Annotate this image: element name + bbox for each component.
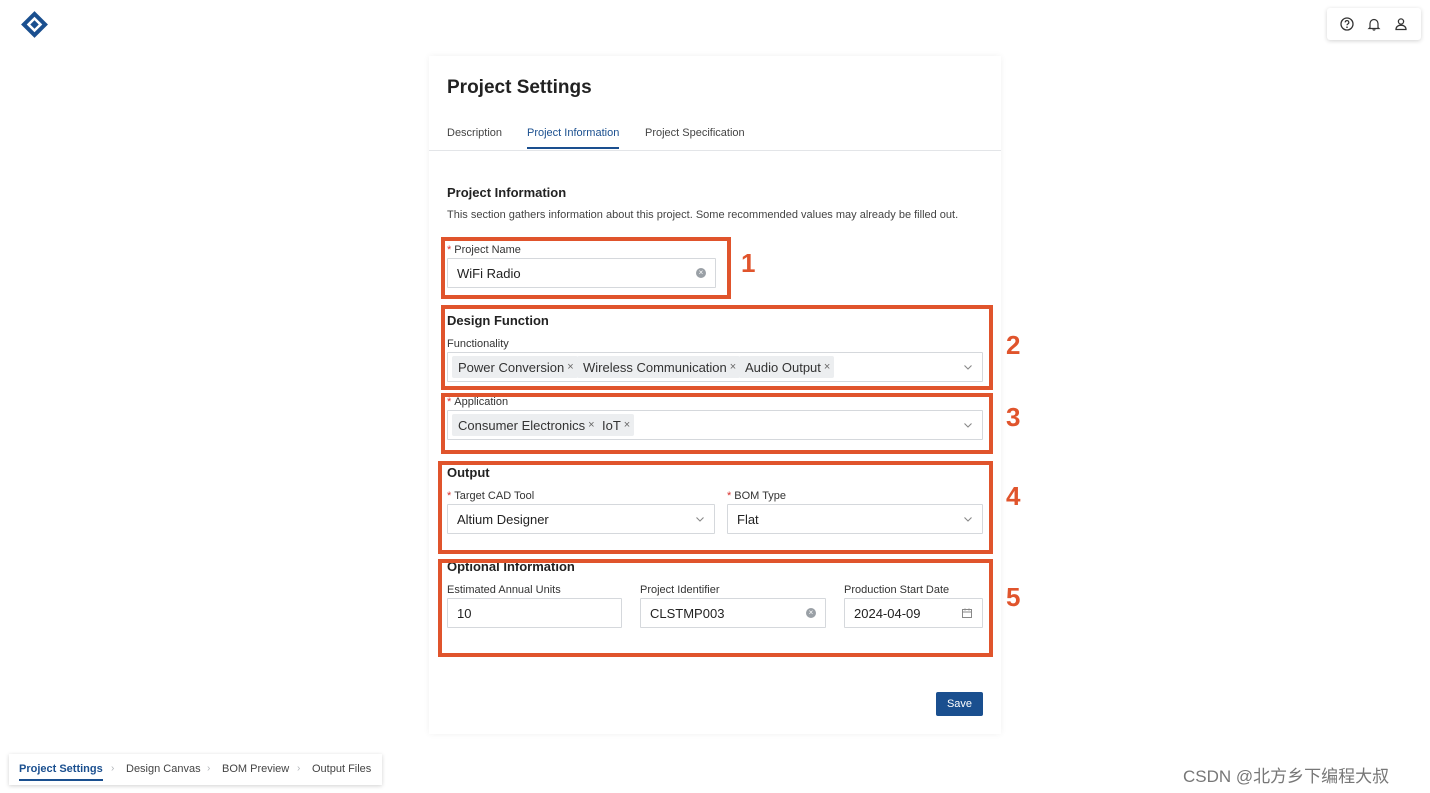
- header-actions: [1327, 8, 1421, 40]
- help-circle-icon[interactable]: [1339, 16, 1355, 32]
- annotation-number-3: 3: [1006, 402, 1021, 432]
- project-information-description: This section gathers information about t…: [447, 209, 959, 221]
- chevron-right-icon: ›: [207, 763, 211, 774]
- step-output-files[interactable]: Output Files: [312, 763, 371, 775]
- diamond-logo-icon[interactable]: [20, 10, 49, 39]
- workflow-steps-nav: Project Settings › Design Canvas › BOM P…: [9, 754, 382, 785]
- bell-icon[interactable]: [1366, 16, 1382, 32]
- step-design-canvas[interactable]: Design Canvas: [126, 763, 201, 775]
- tab-project-information[interactable]: Project Information: [527, 127, 620, 149]
- step-bom-preview[interactable]: BOM Preview: [222, 763, 289, 775]
- annotation-number-5: 5: [1006, 582, 1021, 612]
- chevron-right-icon: ›: [111, 763, 115, 774]
- annotation-box-3: [441, 393, 993, 454]
- annotation-box-4: [438, 461, 993, 554]
- annotation-number-4: 4: [1006, 481, 1021, 511]
- page-title: Project Settings: [447, 77, 592, 98]
- annotation-box-5: [438, 559, 993, 657]
- annotation-box-2: [441, 305, 993, 390]
- save-button[interactable]: Save: [936, 692, 983, 716]
- step-project-settings[interactable]: Project Settings: [19, 763, 103, 781]
- annotation-number-1: 1: [741, 248, 756, 278]
- tab-description[interactable]: Description: [447, 127, 502, 139]
- annotation-number-2: 2: [1006, 330, 1021, 360]
- tab-project-specification[interactable]: Project Specification: [645, 127, 745, 139]
- tab-bar: Description Project Information Project …: [429, 126, 1001, 151]
- chevron-right-icon: ›: [297, 763, 301, 774]
- watermark: CSDN @北方乡下编程大叔: [1183, 767, 1390, 786]
- project-information-heading: Project Information: [447, 185, 567, 200]
- annotation-box-1: [441, 237, 731, 299]
- user-icon[interactable]: [1393, 16, 1409, 32]
